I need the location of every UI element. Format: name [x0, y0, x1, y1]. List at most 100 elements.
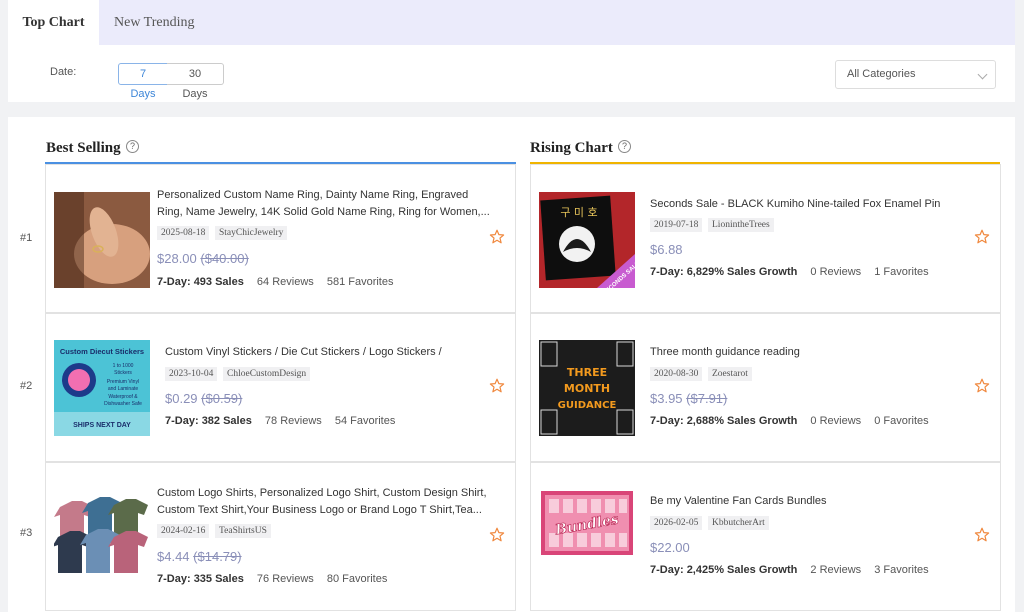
tab-new-trending[interactable]: New Trending — [114, 0, 195, 45]
shop-tag[interactable]: KbbutcherArt — [708, 516, 769, 530]
sales-growth: 2,688% Sales Growth — [686, 415, 798, 427]
product-thumbnail[interactable]: 구 미 호 SECONDS SALE — [539, 192, 635, 288]
rank-label: #2 — [20, 380, 33, 392]
svg-text:SHIPS NEXT DAY: SHIPS NEXT DAY — [73, 422, 131, 429]
list-item[interactable]: THREE MONTH GUIDANCE Three month guidanc… — [530, 313, 1001, 462]
sales-count: 335 Sales — [193, 573, 244, 585]
sales-stats: 7-Day: 2,425% Sales Growth 2 Reviews 3 F… — [650, 564, 929, 576]
star-icon[interactable] — [489, 229, 505, 245]
current-price: $22.00 — [650, 540, 690, 555]
sales-stats: 7-Day: 335 Sales 76 Reviews 80 Favorites — [157, 573, 387, 585]
sales-growth: 6,829% Sales Growth — [686, 266, 798, 278]
listing-date-tag: 2020-08-30 — [650, 367, 703, 381]
svg-text:Stickers: Stickers — [114, 370, 132, 376]
shop-tag[interactable]: TeaShirtsUS — [215, 524, 271, 538]
shop-tag[interactable]: LionintheTrees — [708, 218, 774, 232]
help-icon[interactable]: ? — [126, 140, 139, 153]
original-price: ($40.00) — [200, 251, 249, 266]
range-30-days-button[interactable]: 30 Days — [167, 63, 224, 100]
product-thumbnail[interactable] — [54, 489, 150, 585]
current-price: $4.44 — [157, 549, 190, 564]
product-title[interactable]: Custom Vinyl Stickers / Die Cut Stickers… — [165, 344, 442, 361]
thumb-heading: Custom Diecut Stickers — [60, 347, 144, 356]
range-7-days-button[interactable]: 7 Days — [118, 63, 168, 100]
product-title-line: Ring, Name Jewelry, 14K Solid Gold Name … — [157, 206, 490, 218]
best-selling-title: Best Selling — [46, 140, 121, 156]
period-label: 7-Day: — [650, 266, 684, 278]
reviews-count: 0 Reviews — [810, 266, 862, 278]
reviews-count: 0 Reviews — [810, 415, 862, 427]
reviews-count: 78 Reviews — [264, 415, 322, 427]
date-label: Date: — [50, 66, 77, 78]
list-item[interactable]: Custom Diecut Stickers 1 to 1000 Sticker… — [45, 313, 516, 462]
svg-text:Dishwasher Safe: Dishwasher Safe — [104, 401, 142, 407]
list-item[interactable]: 구 미 호 SECONDS SALE Seconds Sale - BLACK … — [530, 164, 1001, 313]
star-icon[interactable] — [974, 378, 990, 394]
current-price: $6.88 — [650, 242, 683, 257]
product-title-line: Personalized Custom Name Ring, Dainty Na… — [157, 189, 469, 201]
shop-tag[interactable]: Zoestarot — [708, 367, 752, 381]
svg-text:1 to 1000: 1 to 1000 — [113, 363, 134, 369]
product-title[interactable]: Be my Valentine Fan Cards Bundles — [650, 493, 827, 510]
list-item[interactable]: Personalized Custom Name Ring, Dainty Na… — [45, 164, 516, 313]
listing-date-tag: 2026-02-05 — [650, 516, 703, 530]
svg-text:구 미 호: 구 미 호 — [560, 206, 597, 219]
tab-top-chart[interactable]: Top Chart — [8, 0, 99, 45]
svg-text:Premium Vinyl: Premium Vinyl — [107, 379, 139, 385]
favorites-count: 581 Favorites — [326, 276, 394, 288]
list-item[interactable]: Bundles Be my Valentine Fan Cards Bundle… — [530, 462, 1001, 611]
current-price: $3.95 — [650, 391, 683, 406]
star-icon[interactable] — [974, 229, 990, 245]
chart-tabs: Top Chart New Trending — [8, 0, 1015, 45]
chevron-down-icon — [977, 69, 988, 80]
original-price: ($14.79) — [193, 549, 242, 564]
listing-date-tag: 2024-02-16 — [157, 524, 210, 538]
rank-label: #3 — [20, 527, 33, 539]
sales-stats: 7-Day: 382 Sales 78 Reviews 54 Favorites — [165, 415, 395, 427]
product-thumbnail[interactable]: Custom Diecut Stickers 1 to 1000 Sticker… — [54, 340, 150, 436]
product-title[interactable]: Personalized Custom Name Ring, Dainty Na… — [157, 187, 490, 221]
product-thumbnail[interactable]: Bundles — [539, 489, 635, 585]
reviews-count: 76 Reviews — [256, 573, 314, 585]
price: $6.88 — [650, 242, 683, 257]
rank-label: #1 — [20, 232, 33, 244]
star-icon[interactable] — [489, 527, 505, 543]
price: $0.29 ($0.59) — [165, 391, 242, 406]
shop-tag[interactable]: StayChicJewelry — [215, 226, 288, 240]
favorites-count: 1 Favorites — [874, 266, 929, 278]
sales-count: 493 Sales — [193, 276, 244, 288]
period-label: 7-Day: — [650, 415, 684, 427]
sales-count: 382 Sales — [201, 415, 252, 427]
svg-text:and Laminate: and Laminate — [108, 386, 139, 392]
product-thumbnail[interactable]: THREE MONTH GUIDANCE — [539, 340, 635, 436]
category-select-value: All Categories — [847, 68, 916, 80]
period-label: 7-Day: — [157, 276, 191, 288]
current-price: $0.29 — [165, 391, 198, 406]
product-title-line: Seconds Sale - BLACK Kumiho Nine-tailed … — [650, 198, 941, 210]
star-icon[interactable] — [974, 527, 990, 543]
product-title-line: Be my Valentine Fan Cards Bundles — [650, 495, 827, 507]
list-item[interactable]: Custom Logo Shirts, Personalized Logo Sh… — [45, 462, 516, 611]
product-title-line: Custom Text Shirt,Your Business Logo or … — [157, 504, 482, 516]
original-price: ($7.91) — [686, 391, 728, 406]
product-title[interactable]: Custom Logo Shirts, Personalized Logo Sh… — [157, 485, 487, 519]
period-label: 7-Day: — [157, 573, 191, 585]
product-thumbnail[interactable] — [54, 192, 150, 288]
sales-stats: 7-Day: 6,829% Sales Growth 0 Reviews 1 F… — [650, 266, 929, 278]
filter-panel: Top Chart New Trending Date: 7 Days 30 D… — [8, 0, 1015, 102]
product-title-line: Custom Logo Shirts, Personalized Logo Sh… — [157, 487, 487, 499]
category-select[interactable]: All Categories — [835, 60, 996, 89]
favorites-count: 54 Favorites — [334, 415, 396, 427]
product-title[interactable]: Seconds Sale - BLACK Kumiho Nine-tailed … — [650, 196, 940, 213]
star-icon[interactable] — [489, 378, 505, 394]
svg-text:Waterproof &: Waterproof & — [108, 394, 138, 400]
listing-date-tag: 2025-08-18 — [157, 226, 210, 240]
reviews-count: 2 Reviews — [810, 564, 862, 576]
help-icon[interactable]: ? — [618, 140, 631, 153]
shop-tag[interactable]: ChloeCustomDesign — [223, 367, 311, 381]
product-title[interactable]: Three month guidance reading — [650, 344, 800, 361]
favorites-count: 0 Favorites — [874, 415, 929, 427]
svg-text:MONTH: MONTH — [564, 382, 610, 395]
current-price: $28.00 — [157, 251, 197, 266]
price: $3.95 ($7.91) — [650, 391, 727, 406]
